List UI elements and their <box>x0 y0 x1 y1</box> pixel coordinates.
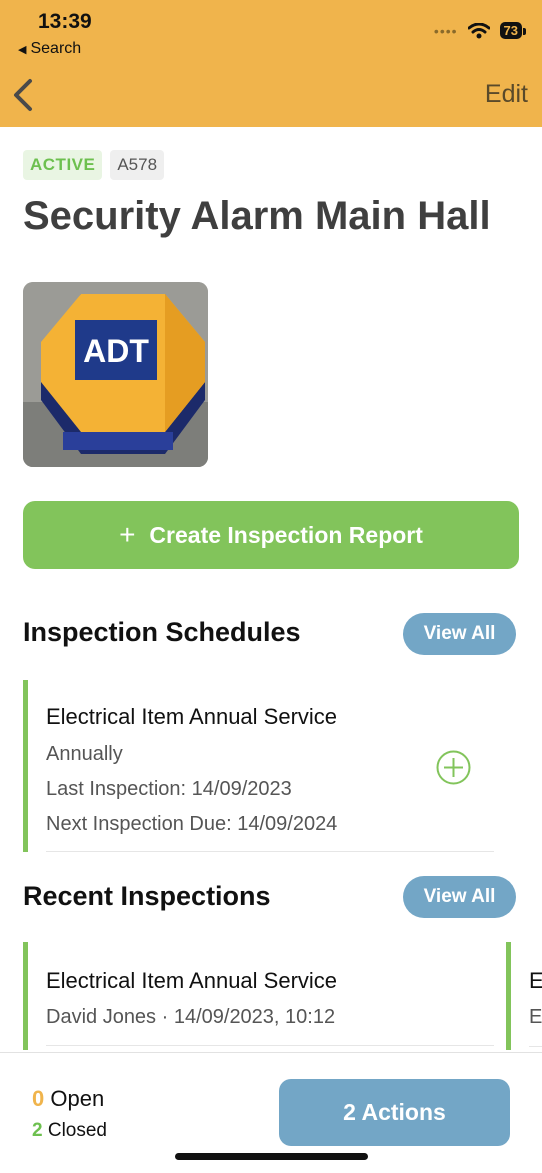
add-circle-icon[interactable] <box>436 750 471 785</box>
recent-inspection-name: Electrical Item Annual Service <box>46 968 338 993</box>
open-actions-count: 0 Open <box>32 1086 104 1112</box>
divider <box>46 851 494 852</box>
recent-inspection-card[interactable]: Electrical Item Annual Service David Jon… <box>23 942 494 1050</box>
back-app-label: Search <box>30 40 82 57</box>
recent-view-all-button[interactable]: View All <box>403 876 516 918</box>
open-count: 0 <box>32 1086 45 1111</box>
recent-inspection-meta: David Jones · 14/09/2023, 10:12 <box>46 1006 336 1028</box>
schedule-name: Electrical Item Annual Service <box>46 704 338 729</box>
recent-inspection-name: E <box>529 968 542 994</box>
status-time: 13:39 <box>38 10 92 33</box>
recent-inspection-card-next[interactable]: E E <box>506 942 542 1050</box>
schedule-next-due: Next Inspection Due: 14/09/2024 <box>46 813 338 835</box>
schedule-last-inspection: Last Inspection: 14/09/2023 <box>46 778 292 800</box>
closed-label: Closed <box>47 1120 108 1141</box>
plus-icon: + <box>119 519 136 550</box>
battery-icon: 73 <box>499 22 527 39</box>
create-inspection-report-button[interactable]: + Create Inspection Report <box>23 501 519 569</box>
page-title: Security Alarm Main Hall <box>23 194 491 238</box>
recent-inspection-meta: E <box>529 1006 542 1028</box>
cellular-signal-icon: •••• <box>433 22 458 39</box>
schedules-view-all-button[interactable]: View All <box>403 613 516 655</box>
asset-photo[interactable]: ADT <box>23 282 208 467</box>
schedule-card[interactable]: Electrical Item Annual Service Annually … <box>23 680 494 852</box>
divider <box>46 1045 494 1046</box>
recent-inspections-title: Recent Inspections <box>23 881 271 911</box>
status-badge: ACTIVE <box>23 150 103 180</box>
actions-button[interactable]: 2 Actions <box>279 1079 510 1146</box>
closed-actions-count: 2 Closed <box>32 1120 107 1142</box>
home-indicator[interactable] <box>175 1153 368 1160</box>
back-to-app[interactable]: ◀ Search <box>18 40 81 58</box>
chevron-left-icon[interactable] <box>10 78 40 112</box>
top-header: 13:39 ◀ Search •••• 73 Edit <box>0 0 542 127</box>
closed-count: 2 <box>32 1120 43 1141</box>
open-label: Open <box>50 1086 105 1111</box>
asset-code-badge: A578 <box>110 150 165 180</box>
alarm-box-image: ADT <box>23 282 208 467</box>
wifi-icon <box>467 22 490 38</box>
edit-button[interactable]: Edit <box>485 80 528 109</box>
adt-logo-text: ADT <box>83 333 149 369</box>
schedule-frequency: Annually <box>46 743 123 765</box>
create-button-label: Create Inspection Report <box>149 521 423 548</box>
inspection-schedules-title: Inspection Schedules <box>23 617 301 647</box>
status-icons: •••• 73 <box>433 22 527 39</box>
divider <box>529 1046 542 1047</box>
back-triangle-icon: ◀ <box>18 44 27 56</box>
asset-badges: ACTIVE A578 <box>23 150 165 180</box>
